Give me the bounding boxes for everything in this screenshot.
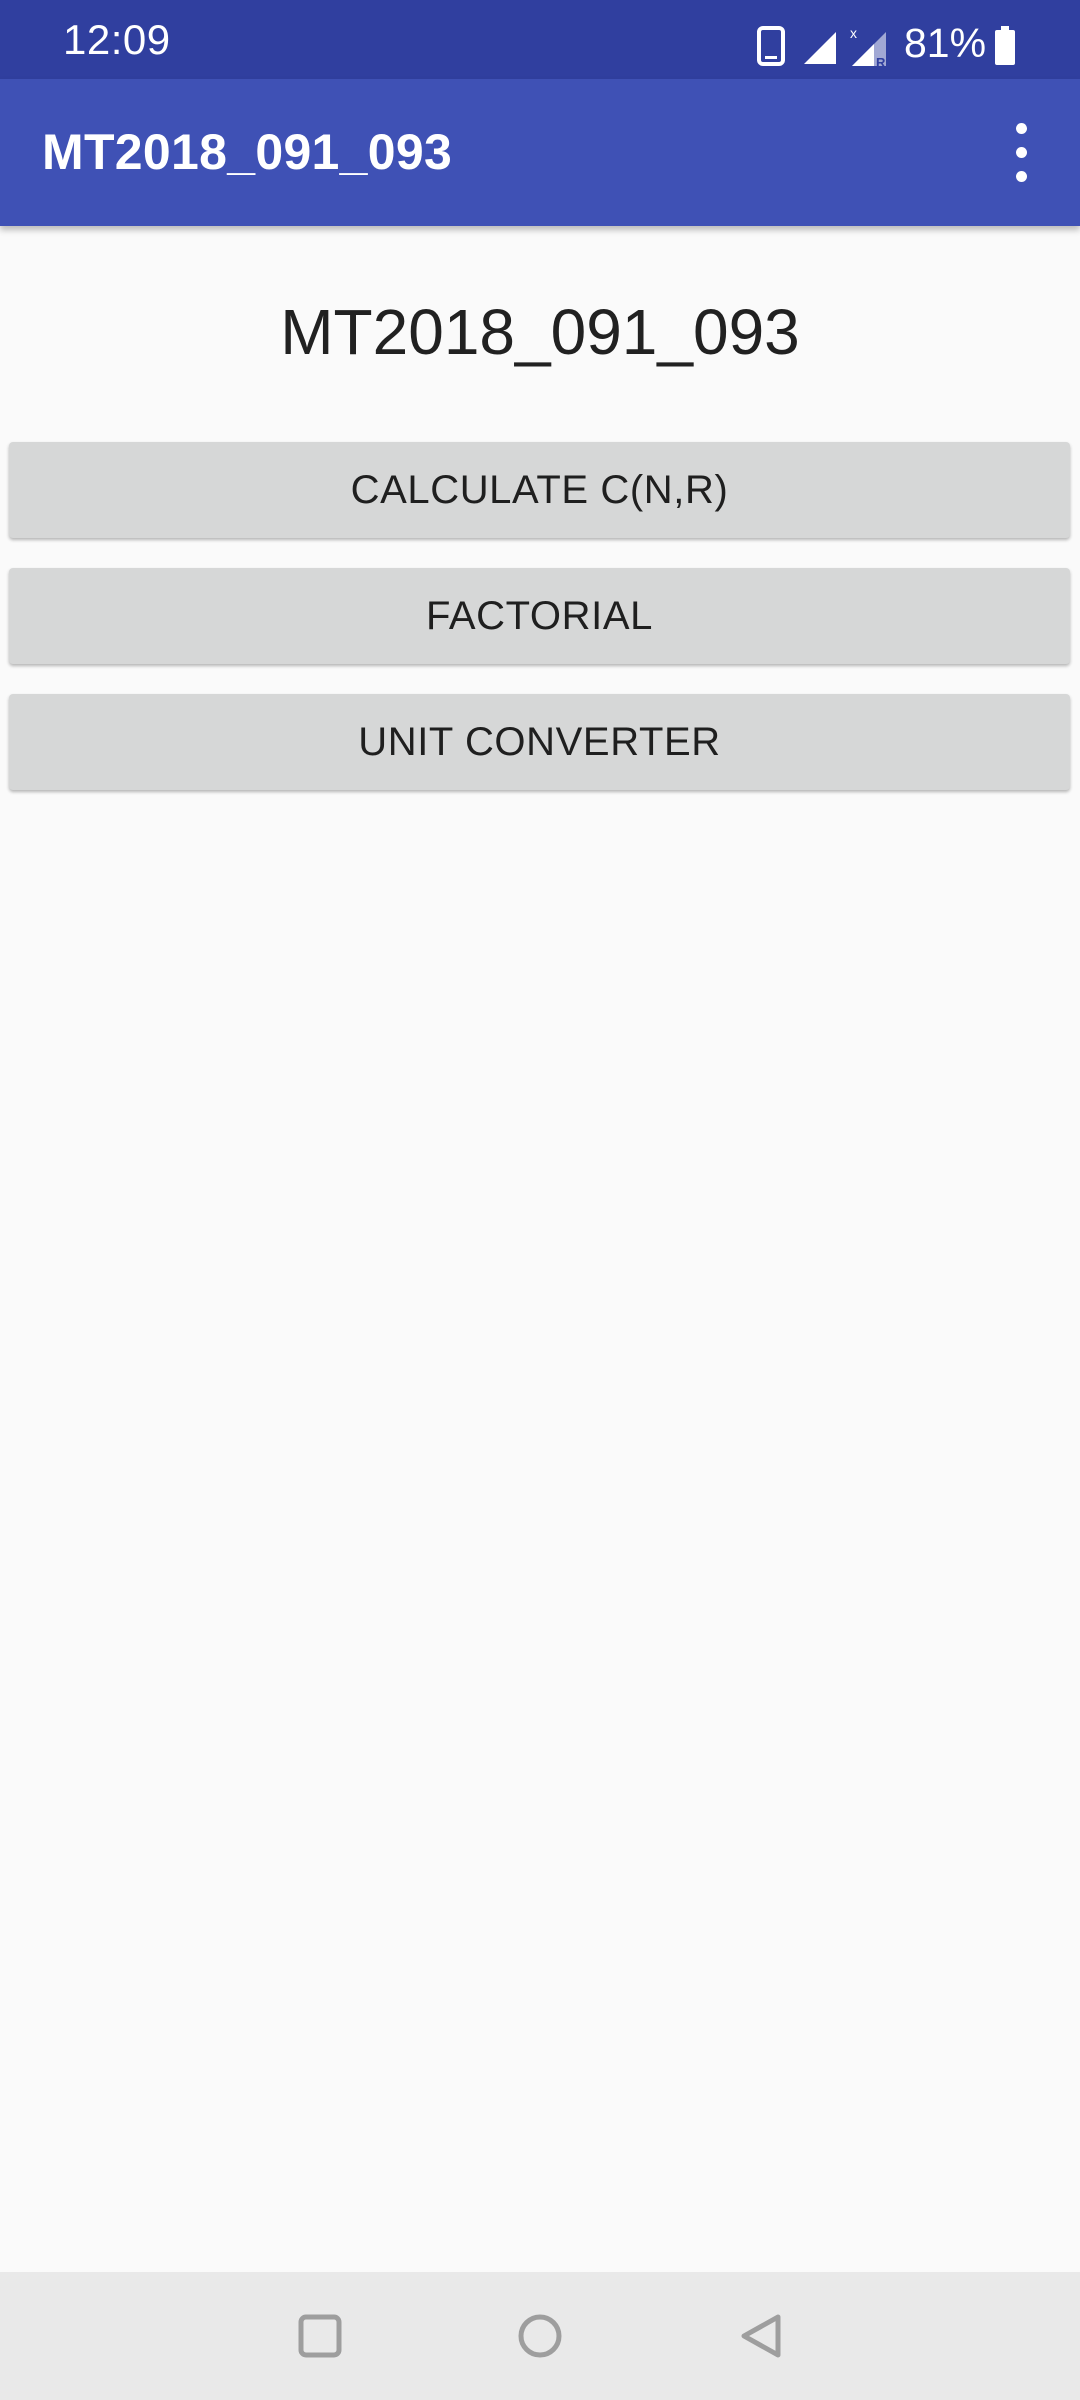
screen: 12:09 x R 81% MT2018_091_093 MT2018_091_…	[0, 0, 1080, 2400]
more-options-button[interactable]	[996, 107, 1048, 197]
app-bar: MT2018_091_093	[0, 79, 1080, 226]
battery-icon	[995, 26, 1015, 65]
recents-icon[interactable]	[280, 2296, 360, 2376]
status-time: 12:09	[63, 16, 171, 63]
home-icon[interactable]	[500, 2296, 580, 2376]
svg-text:x: x	[850, 25, 857, 41]
app-title: MT2018_091_093	[42, 124, 453, 180]
phone-icon	[757, 26, 785, 66]
unit-converter-button[interactable]: UNIT CONVERTER	[9, 694, 1070, 790]
factorial-button[interactable]: FACTORIAL	[9, 568, 1070, 664]
signal-roaming-icon: x R	[850, 25, 886, 68]
page-heading: MT2018_091_093	[280, 296, 800, 368]
battery-percent: 81%	[904, 20, 987, 66]
svg-text:R: R	[876, 55, 886, 68]
signal-icon	[804, 32, 836, 64]
back-icon[interactable]	[722, 2296, 802, 2376]
status-bar: 12:09 x R 81%	[0, 0, 1080, 79]
navigation-bar	[0, 2272, 1080, 2400]
calculate-combination-button[interactable]: CALCULATE C(N,R)	[9, 442, 1070, 538]
